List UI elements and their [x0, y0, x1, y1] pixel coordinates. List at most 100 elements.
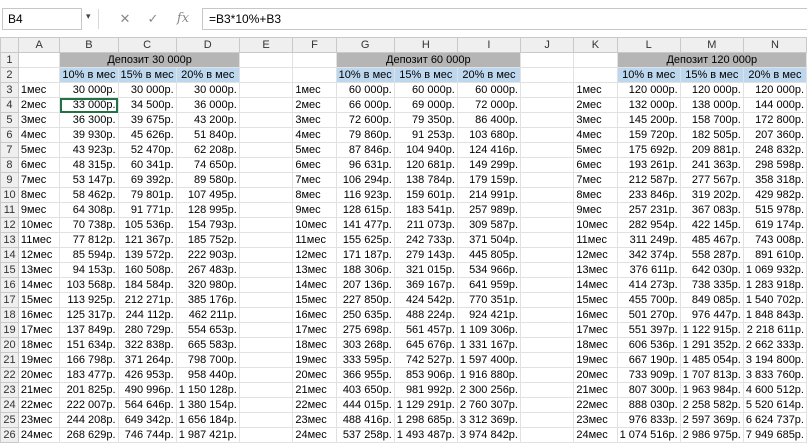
- column-header-l[interactable]: L: [616, 37, 681, 53]
- value-cell[interactable]: 1 380 154р.: [175, 397, 240, 413]
- value-cell[interactable]: 738 335р.: [679, 277, 744, 293]
- value-cell[interactable]: 201 825р.: [59, 382, 119, 398]
- value-cell[interactable]: 144 000р.: [742, 97, 807, 113]
- empty-cell[interactable]: [238, 262, 294, 278]
- cancel-icon[interactable]: ✕: [114, 9, 136, 29]
- row-header[interactable]: 25: [0, 412, 19, 428]
- value-cell[interactable]: 426 953р.: [117, 367, 177, 383]
- row-header[interactable]: 24: [0, 397, 19, 413]
- month-label-cell[interactable]: 12мес: [292, 247, 337, 263]
- row-header[interactable]: 20: [0, 337, 19, 353]
- value-cell[interactable]: 183 541р.: [393, 202, 458, 218]
- value-cell[interactable]: 1 069 932р.: [742, 262, 807, 278]
- value-cell[interactable]: 154 793р.: [175, 217, 240, 233]
- month-label-cell[interactable]: 5мес: [292, 142, 337, 158]
- row-header[interactable]: 21: [0, 352, 19, 368]
- value-cell[interactable]: 79 801р.: [117, 187, 177, 203]
- value-cell[interactable]: 207 136р.: [335, 277, 395, 293]
- empty-cell[interactable]: [238, 157, 294, 173]
- month-label-cell[interactable]: 1мес: [573, 82, 618, 98]
- month-label-cell[interactable]: 2мес: [292, 97, 337, 113]
- value-cell[interactable]: 534 966р.: [456, 262, 522, 278]
- month-label-cell[interactable]: 4мес: [17, 127, 61, 143]
- value-cell[interactable]: 69 392р.: [117, 172, 177, 188]
- row-header[interactable]: 16: [0, 277, 19, 293]
- value-cell[interactable]: 3 194 800р.: [742, 352, 807, 368]
- empty-cell[interactable]: [519, 142, 575, 158]
- value-cell[interactable]: 642 030р.: [679, 262, 744, 278]
- value-cell[interactable]: 2 258 582р.: [679, 397, 744, 413]
- value-cell[interactable]: 303 268р.: [335, 337, 395, 353]
- month-label-cell[interactable]: 8мес: [573, 187, 618, 203]
- value-cell[interactable]: 257 989р.: [456, 202, 522, 218]
- value-cell[interactable]: 606 536р.: [616, 337, 681, 353]
- empty-cell[interactable]: [519, 397, 575, 413]
- month-label-cell[interactable]: 22мес: [292, 397, 337, 413]
- value-cell[interactable]: 1 122 915р.: [679, 322, 744, 338]
- row-header[interactable]: 1: [0, 52, 19, 68]
- month-label-cell[interactable]: 12мес: [573, 247, 618, 263]
- value-cell[interactable]: 1 291 352р.: [679, 337, 744, 353]
- month-label-cell[interactable]: 18мес: [17, 337, 61, 353]
- row-header[interactable]: 22: [0, 367, 19, 383]
- empty-cell[interactable]: [519, 172, 575, 188]
- value-cell[interactable]: 137 849р.: [59, 322, 119, 338]
- value-cell[interactable]: 322 838р.: [117, 337, 177, 353]
- month-label-cell[interactable]: 15мес: [17, 292, 61, 308]
- month-label-cell[interactable]: 2мес: [17, 97, 61, 113]
- value-cell[interactable]: 309 587р.: [456, 217, 522, 233]
- value-cell[interactable]: 106 294р.: [335, 172, 395, 188]
- value-cell[interactable]: 125 317р.: [59, 307, 119, 323]
- value-cell[interactable]: 558 287р.: [679, 247, 744, 263]
- empty-cell[interactable]: [238, 412, 294, 428]
- value-cell[interactable]: 120 000р.: [616, 82, 681, 98]
- value-cell[interactable]: 1 707 813р.: [679, 367, 744, 383]
- empty-cell[interactable]: [519, 187, 575, 203]
- value-cell[interactable]: 551 397р.: [616, 322, 681, 338]
- value-cell[interactable]: 770 351р.: [456, 292, 522, 308]
- value-cell[interactable]: 1 150 128р.: [175, 382, 240, 398]
- month-label-cell[interactable]: 19мес: [292, 352, 337, 368]
- rate-header-cell[interactable]: 15% в мес: [679, 67, 744, 83]
- month-label-cell[interactable]: 21мес: [17, 382, 61, 398]
- value-cell[interactable]: 60 000р.: [456, 82, 522, 98]
- value-cell[interactable]: 488 224р.: [393, 307, 458, 323]
- value-cell[interactable]: 554 653р.: [175, 322, 240, 338]
- row-header[interactable]: 5: [0, 112, 19, 128]
- empty-cell[interactable]: [17, 52, 61, 68]
- month-label-cell[interactable]: 16мес: [573, 307, 618, 323]
- row-header[interactable]: 23: [0, 382, 19, 398]
- month-label-cell[interactable]: 6мес: [292, 157, 337, 173]
- empty-cell[interactable]: [238, 277, 294, 293]
- empty-cell[interactable]: [238, 82, 294, 98]
- value-cell[interactable]: 77 812р.: [59, 232, 119, 248]
- value-cell[interactable]: 160 508р.: [117, 262, 177, 278]
- value-cell[interactable]: 179 159р.: [456, 172, 522, 188]
- empty-cell[interactable]: [519, 382, 575, 398]
- value-cell[interactable]: 268 629р.: [59, 427, 119, 443]
- column-header-k[interactable]: K: [573, 37, 618, 53]
- value-cell[interactable]: 159 720р.: [616, 127, 681, 143]
- value-cell[interactable]: 116 923р.: [335, 187, 395, 203]
- value-cell[interactable]: 367 083р.: [679, 202, 744, 218]
- empty-cell[interactable]: [519, 217, 575, 233]
- value-cell[interactable]: 424 542р.: [393, 292, 458, 308]
- value-cell[interactable]: 5 520 614р.: [742, 397, 807, 413]
- value-cell[interactable]: 958 440р.: [175, 367, 240, 383]
- empty-cell[interactable]: [238, 322, 294, 338]
- month-label-cell[interactable]: 17мес: [573, 322, 618, 338]
- value-cell[interactable]: 138 000р.: [679, 97, 744, 113]
- value-cell[interactable]: 490 996р.: [117, 382, 177, 398]
- month-label-cell[interactable]: 13мес: [573, 262, 618, 278]
- value-cell[interactable]: 171 187р.: [335, 247, 395, 263]
- empty-cell[interactable]: [238, 307, 294, 323]
- deposit-title-cell[interactable]: Депозит 120 000р: [616, 52, 807, 68]
- value-cell[interactable]: 69 000р.: [393, 97, 458, 113]
- empty-cell[interactable]: [519, 412, 575, 428]
- value-cell[interactable]: 89 580р.: [175, 172, 240, 188]
- value-cell[interactable]: 103 680р.: [456, 127, 522, 143]
- value-cell[interactable]: 155 625р.: [335, 232, 395, 248]
- rate-header-cell[interactable]: 15% в мес: [117, 67, 177, 83]
- deposit-title-cell[interactable]: Депозит 30 000р: [59, 52, 240, 68]
- row-header[interactable]: 7: [0, 142, 19, 158]
